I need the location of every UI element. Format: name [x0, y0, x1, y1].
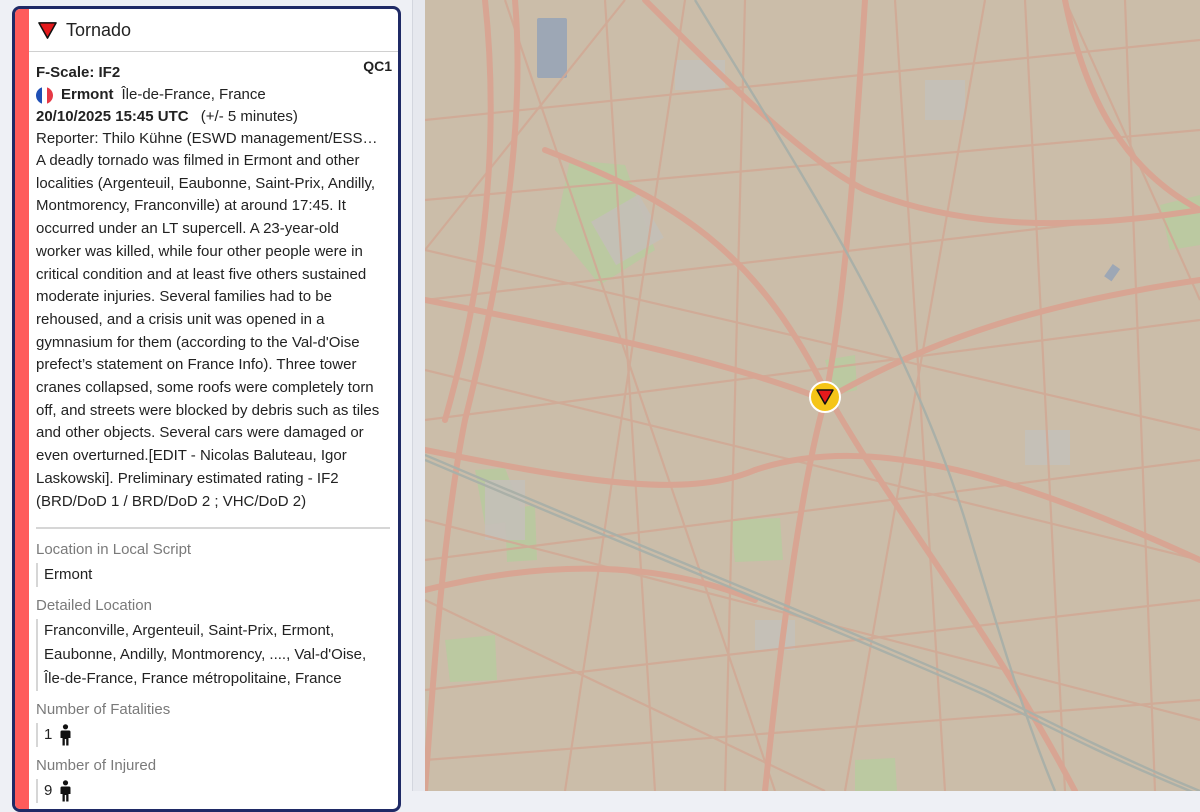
tornado-triangle-icon — [38, 21, 57, 39]
fatalities-value-row: 1 — [36, 723, 390, 748]
location-city: Ermont — [61, 86, 114, 103]
injured-value-row: 9 — [36, 779, 390, 804]
qc-badge: QC1 — [363, 58, 392, 74]
injured-count: 9 — [44, 782, 53, 800]
fatalities-count: 1 — [44, 726, 53, 744]
local-script-label: Location in Local Script — [36, 541, 192, 559]
fscale-rating: F-Scale: IF2 — [36, 64, 121, 81]
time-tolerance: (+/- 5 minutes) — [200, 108, 298, 125]
location-region: Île-de-France, France — [121, 86, 266, 103]
person-icon — [60, 724, 71, 746]
report-card[interactable]: Tornado QC1 F-Scale: IF2 Ermont Île-de-F… — [12, 6, 401, 812]
injured-label: Number of Injured — [36, 757, 157, 775]
local-script-value: Ermont — [36, 563, 390, 588]
detailed-location-value: Franconville, Argenteuil, Saint-Prix, Er… — [36, 619, 390, 692]
severity-stripe — [15, 9, 29, 809]
tornado-marker-icon[interactable] — [809, 381, 841, 413]
time-line: 20/10/2025 15:45 UTC (+/- 5 minutes) — [36, 106, 390, 128]
map-canvas[interactable] — [425, 0, 1200, 791]
location-line: Ermont Île-de-France, France — [36, 84, 390, 106]
report-header: Tornado — [29, 9, 398, 52]
person-icon — [60, 780, 71, 802]
detailed-location-label: Detailed Location — [36, 597, 152, 615]
event-description: A deadly tornado was filmed in Ermont an… — [36, 152, 380, 510]
report-body: QC1 F-Scale: IF2 Ermont Île-de-France, F… — [29, 52, 398, 809]
event-datetime: 20/10/2025 15:45 UTC — [36, 108, 189, 125]
map-view[interactable] — [425, 0, 1200, 791]
reporter-line: Reporter: Thilo Kühne (ESWD management/E… — [36, 130, 382, 147]
event-type-title: Tornado — [66, 19, 132, 40]
france-flag-icon — [36, 86, 53, 104]
panel-divider[interactable] — [412, 0, 426, 791]
section-divider — [36, 527, 390, 530]
fatalities-label: Number of Fatalities — [36, 701, 171, 719]
